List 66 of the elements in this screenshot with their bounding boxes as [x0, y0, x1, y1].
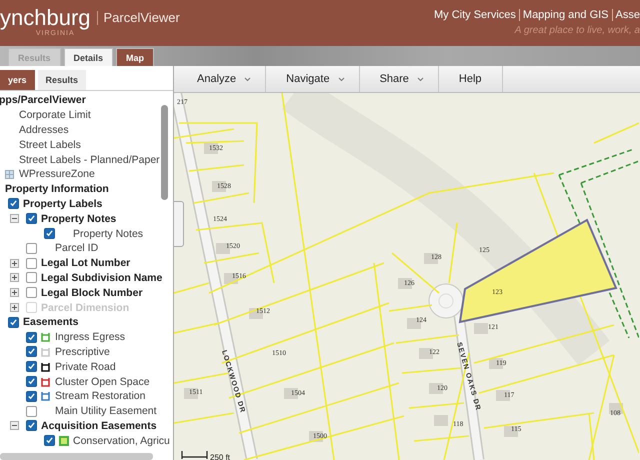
- layer-label[interactable]: Addresses: [19, 124, 69, 136]
- checkbox[interactable]: [26, 242, 37, 254]
- layer-group-label[interactable]: Easements: [23, 316, 78, 328]
- header-link[interactable]: Mapping and GIS: [520, 9, 613, 21]
- layer-label[interactable]: Prescriptive: [55, 346, 110, 358]
- layer-group-label[interactable]: Legal Subdivision Name: [41, 272, 162, 284]
- layer-label[interactable]: Corporate Limit: [19, 109, 91, 122]
- layer-label[interactable]: Street Labels: [19, 138, 81, 151]
- checkbox[interactable]: [26, 390, 37, 402]
- layer-tree-title: pps/ParcelViewer: [0, 94, 86, 106]
- caret-icon: [244, 76, 252, 82]
- layer-group-label[interactable]: Property Notes: [41, 212, 116, 225]
- checkbox[interactable]: [26, 346, 37, 358]
- layer-label[interactable]: Ingress Egress: [55, 331, 126, 344]
- layer-label[interactable]: Street Labels - Planned/Paper: [19, 154, 160, 166]
- layer-group-label[interactable]: Property Labels: [23, 198, 102, 210]
- checkbox[interactable]: [26, 272, 37, 284]
- panel-tab[interactable]: Results: [38, 70, 86, 90]
- panel-collapse-handle[interactable]: [173, 201, 184, 247]
- checkbox[interactable]: [26, 332, 37, 343]
- header-link[interactable]: Asse: [612, 9, 640, 21]
- expand-toggle-icon[interactable]: [10, 258, 19, 268]
- layer-group-label[interactable]: Legal Lot Number: [41, 257, 130, 270]
- checkbox[interactable]: [8, 316, 19, 328]
- layer-label[interactable]: Cluster Open Space: [55, 376, 150, 388]
- caret-icon: [416, 76, 424, 82]
- caret-icon: [338, 76, 345, 82]
- toolbar-button[interactable]: Navigate: [266, 66, 360, 92]
- layer-label[interactable]: Parcel ID: [55, 242, 98, 254]
- layer-label[interactable]: Main Utility Easement: [55, 405, 157, 418]
- checkbox[interactable]: [26, 361, 37, 372]
- expand-toggle-icon[interactable]: [10, 288, 19, 298]
- layer-label[interactable]: Private Road: [55, 360, 116, 373]
- scale-bar: 250 ft: [181, 450, 230, 460]
- logo-text: ynchburg: [0, 6, 91, 30]
- panel-tab[interactable]: yers: [0, 70, 35, 90]
- expand-toggle-icon[interactable]: [10, 273, 19, 282]
- tagline: A great place to live, work, a: [514, 25, 640, 36]
- layer-group-label[interactable]: Property Information: [5, 183, 109, 196]
- checkbox[interactable]: [26, 258, 37, 269]
- horizontal-scrollbar[interactable]: [0, 453, 153, 460]
- main-tab[interactable]: Map: [116, 48, 154, 66]
- collapse-toggle-icon[interactable]: [10, 214, 19, 224]
- checkbox[interactable]: [8, 198, 19, 210]
- layer-label[interactable]: Stream Restoration: [55, 390, 146, 402]
- collapse-toggle-icon[interactable]: [10, 421, 19, 430]
- checkbox[interactable]: [44, 435, 55, 446]
- layer-label[interactable]: Property Notes: [73, 228, 144, 240]
- selected-parcel[interactable]: [458, 218, 618, 324]
- main-tab[interactable]: Details: [64, 48, 114, 66]
- grid-icon: [5, 170, 14, 179]
- checkbox[interactable]: [44, 228, 55, 240]
- checkbox[interactable]: [26, 376, 37, 388]
- app-name: ParcelViewer: [96, 11, 180, 25]
- layer-label[interactable]: WPressureZone: [19, 168, 95, 180]
- checkbox[interactable]: [26, 287, 37, 298]
- checkbox[interactable]: [26, 406, 37, 417]
- header-link[interactable]: My City Services: [431, 9, 520, 21]
- toolbar-button[interactable]: Analyze: [177, 66, 266, 92]
- layer-label[interactable]: Conservation, Agricu: [73, 434, 170, 447]
- checkbox[interactable]: [26, 420, 37, 432]
- layer-group-label[interactable]: Legal Block Number: [41, 286, 143, 299]
- toolbar-button[interactable]: Help: [438, 66, 503, 92]
- checkbox[interactable]: [26, 213, 37, 224]
- layer-group-label[interactable]: Acquisition Easements: [41, 420, 157, 432]
- toolbar-button[interactable]: Share: [360, 66, 439, 92]
